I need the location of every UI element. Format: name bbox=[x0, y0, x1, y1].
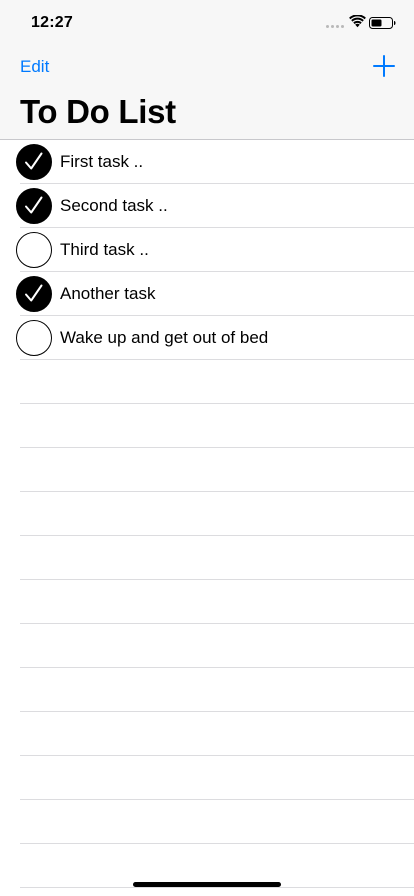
checked-checkbox[interactable] bbox=[16, 144, 52, 180]
task-label: Second task .. bbox=[60, 196, 168, 215]
unchecked-checkbox[interactable] bbox=[16, 320, 52, 356]
task-row[interactable]: Third task .. bbox=[0, 228, 414, 272]
plus-icon[interactable] bbox=[373, 55, 395, 77]
checked-checkbox[interactable] bbox=[16, 276, 52, 312]
empty-row-divider bbox=[20, 799, 414, 800]
empty-row-divider bbox=[20, 403, 414, 404]
checkmark-icon bbox=[25, 284, 43, 302]
task-label: First task .. bbox=[60, 152, 144, 171]
empty-row-divider bbox=[20, 491, 414, 492]
empty-row-divider bbox=[20, 755, 414, 756]
cellular-signal-icon bbox=[326, 25, 346, 29]
empty-row-divider bbox=[20, 887, 414, 888]
status-time: 12:27 bbox=[31, 14, 73, 31]
task-row[interactable]: First task .. bbox=[0, 140, 414, 184]
empty-row-divider bbox=[20, 843, 414, 844]
home-indicator bbox=[133, 882, 281, 887]
task-row[interactable]: Wake up and get out of bed bbox=[0, 316, 414, 360]
battery-icon bbox=[369, 17, 396, 29]
task-label: Wake up and get out of bed bbox=[60, 328, 269, 347]
page-title: To Do List bbox=[20, 93, 176, 130]
task-label: Another task bbox=[60, 284, 156, 303]
empty-row-divider bbox=[20, 535, 414, 536]
wifi-icon bbox=[349, 15, 366, 28]
empty-row-divider bbox=[20, 711, 414, 712]
navigation-header: 12:27 Edit To Do List bbox=[0, 0, 414, 140]
empty-row-divider bbox=[20, 579, 414, 580]
checkmark-icon bbox=[25, 196, 43, 214]
checked-checkbox[interactable] bbox=[16, 188, 52, 224]
task-label: Third task .. bbox=[60, 240, 149, 259]
empty-row-divider bbox=[20, 623, 414, 624]
task-row[interactable]: Another task bbox=[0, 272, 414, 316]
unchecked-checkbox[interactable] bbox=[16, 232, 52, 268]
row-divider bbox=[20, 359, 414, 360]
task-row[interactable]: Second task .. bbox=[0, 184, 414, 228]
task-list: First task .. Second task .. Third task … bbox=[0, 140, 414, 896]
empty-row-divider bbox=[20, 667, 414, 668]
empty-row-divider bbox=[20, 447, 414, 448]
status-bar: 12:27 bbox=[0, 0, 414, 44]
edit-button[interactable]: Edit bbox=[20, 57, 49, 77]
app-screen: 12:27 Edit To Do List First task .. Seco… bbox=[0, 0, 414, 896]
checkmark-icon bbox=[25, 152, 43, 170]
